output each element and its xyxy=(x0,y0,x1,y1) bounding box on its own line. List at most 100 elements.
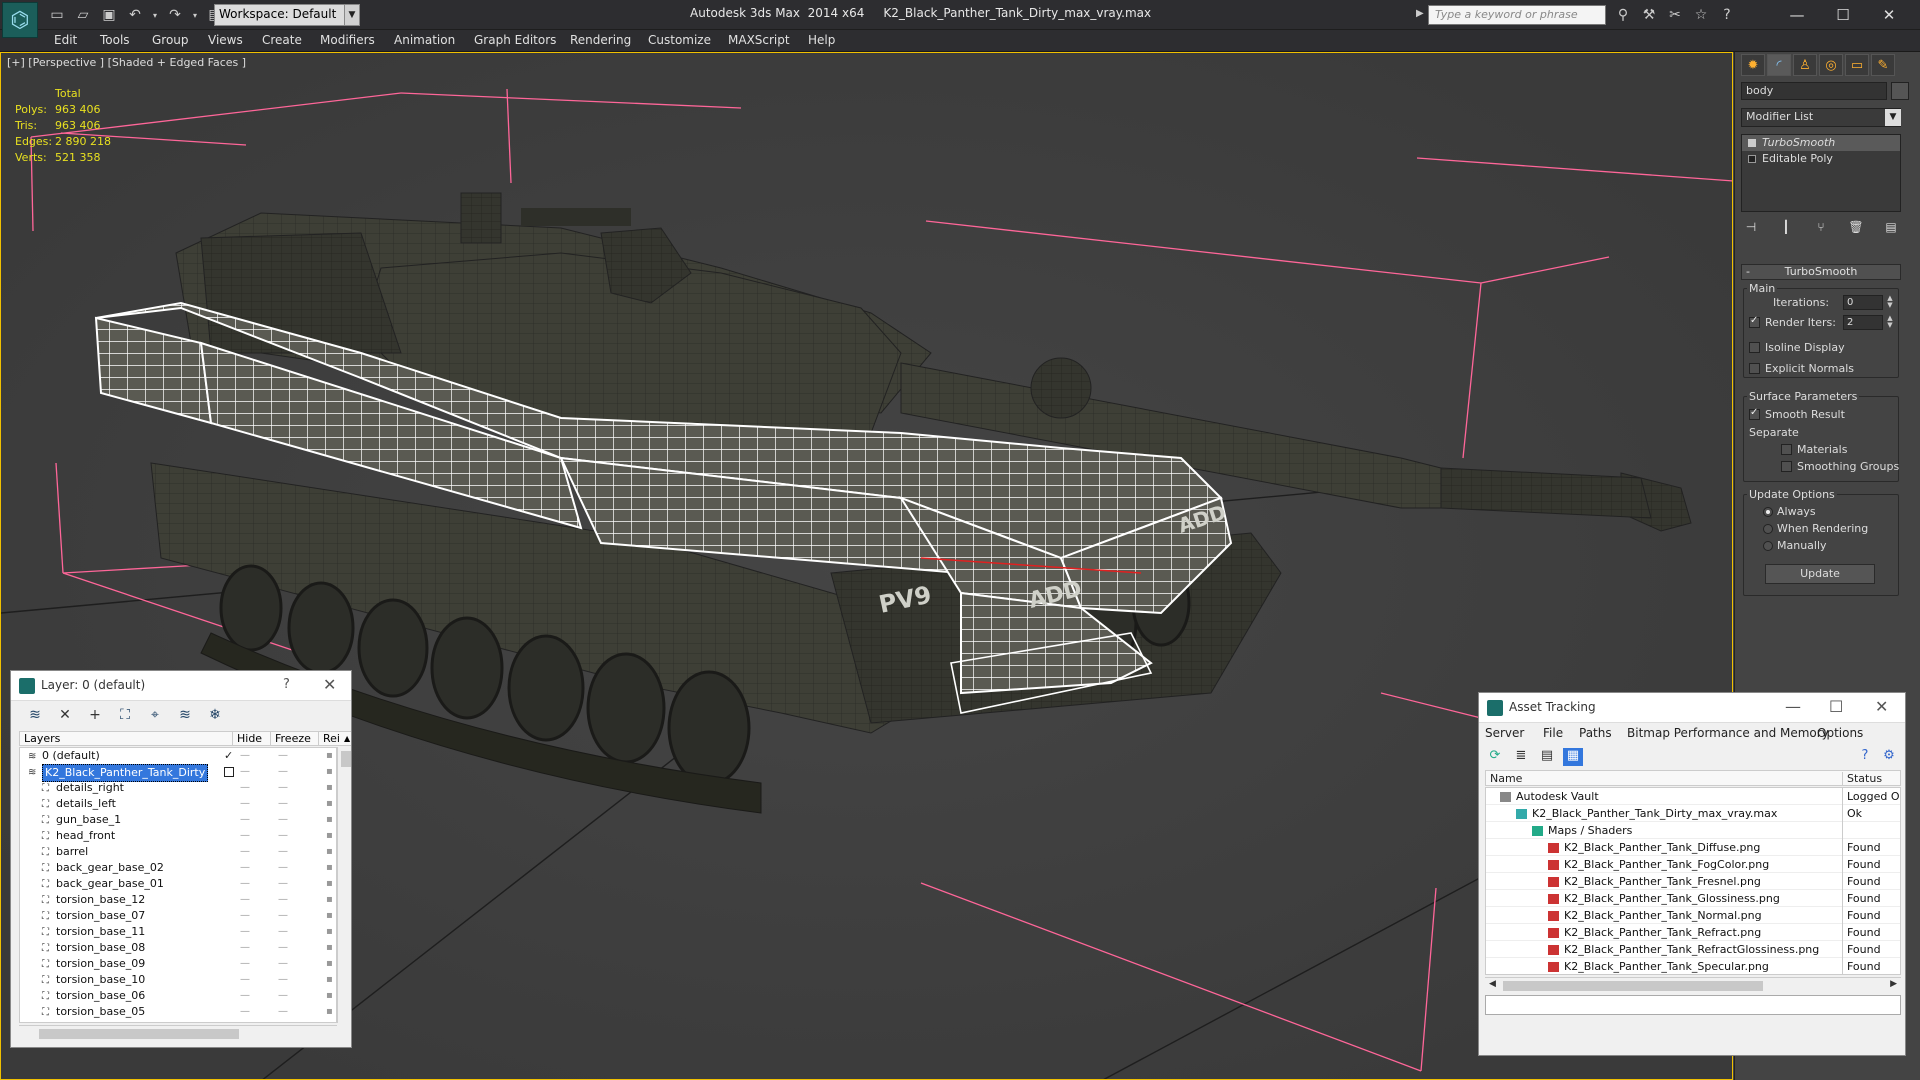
menu-group[interactable]: Group xyxy=(152,33,189,47)
asset-menu-options[interactable]: Options xyxy=(1817,726,1863,740)
hide-toggle[interactable]: — xyxy=(240,828,250,844)
asset-path-field[interactable] xyxy=(1485,995,1901,1015)
bulb-icon[interactable] xyxy=(1748,139,1756,147)
asset-row[interactable]: K2_Black_Panther_Tank_Refract.png Found xyxy=(1486,924,1900,941)
layer-row[interactable]: ⛶ torsion_base_08 — — ▪ xyxy=(20,940,336,956)
freeze-toggle[interactable]: — xyxy=(278,956,288,972)
column-header[interactable]: Hide xyxy=(232,732,262,745)
freeze-toggle[interactable]: — xyxy=(278,876,288,892)
stack-item-editable-poly[interactable]: Editable Poly xyxy=(1742,151,1900,167)
search-expand-icon[interactable]: ▶ xyxy=(1416,8,1424,19)
render-toggle[interactable]: ▪ xyxy=(326,860,333,876)
hide-toggle[interactable]: — xyxy=(240,924,250,940)
hide-toggle[interactable]: — xyxy=(240,1020,250,1022)
asset-menu-bitmap-performance[interactable]: Bitmap Performance and Memory xyxy=(1627,726,1829,740)
create-tab-icon[interactable]: ✹ xyxy=(1741,54,1765,76)
layer-row[interactable]: ⛶ torsion_base_07 — — ▪ xyxy=(20,908,336,924)
iterations-spinner[interactable]: 0 xyxy=(1843,295,1883,310)
current-layer-box[interactable] xyxy=(224,767,234,777)
freeze-toggle[interactable]: — xyxy=(278,764,288,780)
configure-sets-icon[interactable]: ▤ xyxy=(1881,218,1901,236)
menu-views[interactable]: Views xyxy=(208,33,243,47)
update-manually-radio[interactable] xyxy=(1763,541,1773,551)
active-layer-check-icon[interactable]: ✓ xyxy=(224,748,233,764)
pin-stack-icon[interactable]: ⊣ xyxy=(1741,218,1761,236)
materials-checkbox[interactable] xyxy=(1781,444,1792,455)
redo-icon[interactable]: ↷ xyxy=(164,5,186,25)
render-toggle[interactable]: ▪ xyxy=(326,812,333,828)
hide-toggle[interactable]: — xyxy=(240,908,250,924)
layer-row[interactable]: ≋ 0 (default) ✓ — — ▪ xyxy=(20,748,336,764)
render-toggle[interactable]: ▪ xyxy=(326,828,333,844)
binoculars-icon[interactable]: ⚲ xyxy=(1612,5,1634,25)
layer-row[interactable]: ≋ K2_Black_Panther_Tank_Dirty — — ▪ xyxy=(20,764,336,782)
explicit-normals-checkbox[interactable] xyxy=(1749,363,1760,374)
render-toggle[interactable]: ▪ xyxy=(326,956,333,972)
freeze-toggle[interactable]: — xyxy=(278,796,288,812)
motion-tab-icon[interactable]: ◎ xyxy=(1819,54,1843,76)
freeze-toggle[interactable]: — xyxy=(278,828,288,844)
render-toggle[interactable]: ▪ xyxy=(326,892,333,908)
delete-layer-icon[interactable]: ✕ xyxy=(55,707,75,725)
layer-row[interactable]: ⛶ torsion_base_12 — — ▪ xyxy=(20,892,336,908)
menu-modifiers[interactable]: Modifiers xyxy=(320,33,375,47)
render-toggle[interactable]: ▪ xyxy=(326,908,333,924)
hide-toggle[interactable]: — xyxy=(240,988,250,1004)
new-file-icon[interactable]: ▭ xyxy=(46,5,68,25)
layer-window-header[interactable]: Layer: 0 (default) ? ✕ xyxy=(11,671,351,701)
freeze-toggle[interactable]: — xyxy=(278,780,288,796)
freeze-toggle[interactable]: — xyxy=(278,940,288,956)
hide-toggle[interactable]: — xyxy=(240,812,250,828)
open-file-icon[interactable]: ▱ xyxy=(72,5,94,25)
render-toggle[interactable]: ▪ xyxy=(326,780,333,796)
close-icon[interactable]: ✕ xyxy=(1875,697,1888,716)
asset-row[interactable]: K2_Black_Panther_Tank_Fresnel.png Found xyxy=(1486,873,1900,890)
hide-toggle[interactable]: — xyxy=(240,764,250,780)
help-icon[interactable]: ? xyxy=(283,677,290,692)
smoothing-groups-checkbox[interactable] xyxy=(1781,461,1792,472)
maximize-icon[interactable]: ☐ xyxy=(1829,697,1843,716)
layer-row[interactable]: ⛶ back_gear_base_01 — — ▪ xyxy=(20,876,336,892)
freeze-toggle[interactable]: — xyxy=(278,1020,288,1022)
render-toggle[interactable]: ▪ xyxy=(326,940,333,956)
viewport-label[interactable]: [+] [Perspective ] [Shaded + Edged Faces… xyxy=(7,56,246,69)
hide-toggle[interactable]: — xyxy=(240,860,250,876)
display-tab-icon[interactable]: ▭ xyxy=(1845,54,1869,76)
tree-view-icon[interactable]: ▤ xyxy=(1537,748,1557,766)
isoline-display-checkbox[interactable] xyxy=(1749,342,1760,353)
render-toggle[interactable]: ▪ xyxy=(326,1004,333,1020)
hide-toggle[interactable]: — xyxy=(240,844,250,860)
render-toggle[interactable]: ▪ xyxy=(326,988,333,1004)
hide-toggle[interactable]: — xyxy=(240,876,250,892)
render-toggle[interactable]: ▪ xyxy=(326,844,333,860)
menu-rendering[interactable]: Rendering xyxy=(570,33,631,47)
subscription-icon[interactable]: ⚒ xyxy=(1638,5,1660,25)
modify-tab-icon[interactable]: ◜ xyxy=(1767,54,1791,76)
chevron-right-icon[interactable]: ▶ xyxy=(1890,979,1897,989)
spinner-arrows-icon[interactable]: ▲ ▼ xyxy=(1885,295,1895,310)
hide-toggle[interactable]: — xyxy=(240,748,250,764)
freeze-toggle[interactable]: — xyxy=(278,892,288,908)
maximize-icon[interactable]: ☐ xyxy=(1820,2,1866,28)
layer-vertical-scrollbar[interactable] xyxy=(337,747,351,1023)
asset-row[interactable]: K2_Black_Panther_Tank_Diffuse.png Found xyxy=(1486,839,1900,856)
menu-customize[interactable]: Customize xyxy=(648,33,711,47)
scrollbar-thumb[interactable] xyxy=(341,751,351,767)
update-when-rendering-radio[interactable] xyxy=(1763,524,1773,534)
freeze-toggle[interactable]: — xyxy=(278,748,288,764)
render-toggle[interactable]: ▪ xyxy=(326,924,333,940)
asset-row[interactable]: K2_Black_Panther_Tank_Dirty_max_vray.max… xyxy=(1486,805,1900,822)
render-iters-checkbox[interactable] xyxy=(1749,315,1760,328)
favorites-star-icon[interactable]: ☆ xyxy=(1690,5,1712,25)
asset-row[interactable]: K2_Black_Panther_Tank_Glossiness.png Foun… xyxy=(1486,890,1900,907)
column-header[interactable]: Rei xyxy=(318,732,340,745)
asset-horizontal-scrollbar[interactable]: ◀ ▶ xyxy=(1485,977,1901,993)
communication-icon[interactable]: ✂ xyxy=(1664,5,1686,25)
help-icon[interactable]: ? xyxy=(1855,748,1875,766)
layers-icon[interactable]: ≋ xyxy=(25,707,45,725)
chevron-left-icon[interactable]: ◀ xyxy=(1489,979,1496,989)
highlight-layer-icon[interactable]: ≋ xyxy=(175,707,195,725)
freeze-toggle[interactable]: — xyxy=(278,1004,288,1020)
column-header[interactable]: Status xyxy=(1842,772,1882,785)
close-icon[interactable]: ✕ xyxy=(323,675,336,694)
